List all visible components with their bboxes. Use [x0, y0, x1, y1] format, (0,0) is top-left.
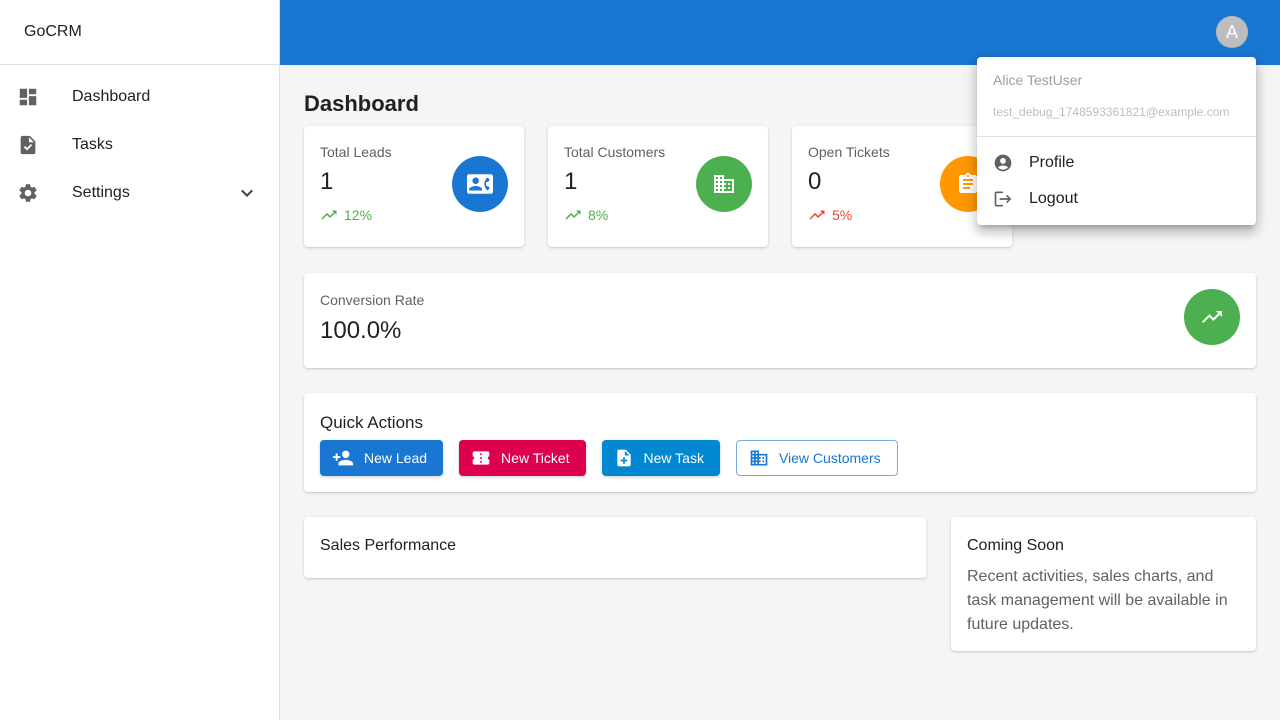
stat-trend: 5%	[808, 206, 852, 224]
dashboard-icon	[16, 85, 40, 109]
sidebar-item-label: Settings	[72, 184, 130, 201]
button-label: New Lead	[364, 450, 428, 466]
stat-title: Total Customers	[564, 144, 666, 160]
sidebar-item-label: Dashboard	[72, 88, 151, 105]
contact-card-icon	[452, 156, 508, 212]
new-lead-button[interactable]: New Lead	[320, 440, 444, 476]
user-email: test_debug_1748593361821@example.com	[993, 105, 1230, 119]
chevron-down-icon[interactable]	[235, 181, 259, 205]
sidebar: GoCRM Dashboard Tasks Settings	[0, 0, 280, 720]
new-task-button[interactable]: New Task	[601, 440, 720, 476]
trending-up-icon	[321, 210, 337, 220]
menu-item-label: Profile	[1029, 154, 1075, 171]
coming-soon-title: Coming Soon	[967, 537, 1064, 554]
menu-item-profile[interactable]: Profile	[977, 145, 1256, 181]
page-title: Dashboard	[304, 91, 419, 116]
stat-value: 1	[564, 168, 578, 195]
top-app-bar: A	[280, 0, 1280, 65]
stat-trend-value: 8%	[588, 207, 609, 223]
ticket-icon	[472, 451, 490, 465]
stat-trend-value: 5%	[832, 207, 853, 223]
quick-actions-buttons: New Lead New Ticket New Task View Custom…	[320, 440, 914, 476]
stat-card-total-leads: Total Leads 1 12%	[304, 126, 524, 247]
stat-value: 1	[320, 168, 334, 195]
sidebar-item-label: Tasks	[72, 136, 113, 153]
stat-trend-value: 12%	[344, 207, 373, 223]
person-add-icon	[332, 450, 354, 466]
sidebar-nav: Dashboard Tasks Settings	[0, 65, 279, 217]
conversion-title: Conversion Rate	[320, 292, 425, 308]
account-circle-icon	[993, 153, 1013, 173]
menu-divider	[977, 136, 1256, 137]
coming-soon-card: Coming Soon Recent activities, sales cha…	[951, 517, 1256, 651]
menu-item-logout[interactable]: Logout	[977, 181, 1256, 217]
task-icon	[16, 133, 40, 157]
button-label: View Customers	[778, 450, 881, 466]
user-menu: Alice TestUser test_debug_1748593361821@…	[977, 57, 1256, 225]
stat-trend: 8%	[564, 206, 608, 224]
view-customers-button[interactable]: View Customers	[735, 440, 898, 476]
brand-logo[interactable]: GoCRM	[0, 0, 279, 65]
sales-performance-card: Sales Performance	[304, 517, 926, 578]
coming-soon-text: Recent activities, sales charts, and tas…	[967, 568, 1228, 633]
conversion-rate-card: Conversion Rate 100.0%	[304, 273, 1256, 368]
conversion-value: 100.0%	[320, 317, 402, 344]
new-ticket-button[interactable]: New Ticket	[459, 440, 586, 476]
sidebar-item-tasks[interactable]: Tasks	[0, 121, 279, 169]
menu-item-label: Logout	[1029, 190, 1078, 207]
button-label: New Task	[643, 450, 704, 466]
stat-title: Open Tickets	[808, 144, 890, 160]
note-add-icon	[616, 449, 631, 467]
trending-up-icon	[1184, 289, 1240, 345]
button-label: New Ticket	[501, 450, 570, 466]
quick-actions-title: Quick Actions	[320, 413, 423, 432]
building-icon	[696, 156, 752, 212]
quick-actions-card: Quick Actions New Lead New Ticket New Ta…	[304, 393, 1256, 492]
trending-up-icon	[565, 210, 581, 220]
stat-title: Total Leads	[320, 144, 392, 160]
building-icon	[750, 450, 768, 466]
stat-card-total-customers: Total Customers 1 8%	[548, 126, 768, 247]
stat-value: 0	[808, 168, 822, 195]
sidebar-item-settings[interactable]: Settings	[0, 169, 279, 217]
gear-icon	[16, 181, 40, 205]
logout-icon	[993, 189, 1013, 209]
trending-up-icon	[809, 210, 825, 220]
avatar[interactable]: A	[1216, 16, 1248, 48]
user-name: Alice TestUser	[993, 72, 1083, 88]
sidebar-item-dashboard[interactable]: Dashboard	[0, 73, 279, 121]
sales-performance-title: Sales Performance	[320, 537, 457, 554]
stat-trend: 12%	[320, 206, 372, 224]
